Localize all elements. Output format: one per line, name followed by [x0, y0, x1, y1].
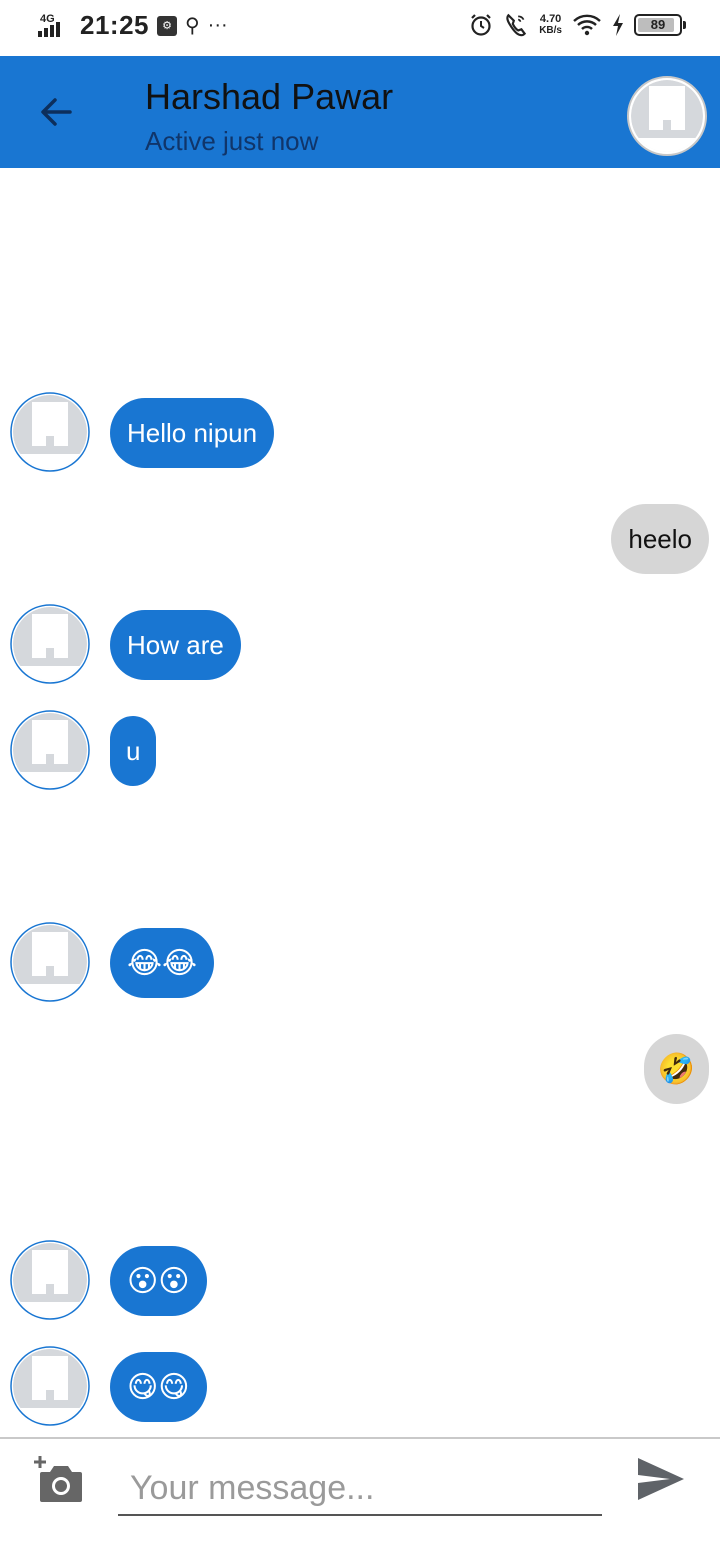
- incoming-message[interactable]: 😮😮: [110, 1246, 207, 1316]
- sender-avatar: [10, 392, 90, 472]
- battery-icon: 89: [634, 14, 686, 36]
- status-time: 21:25: [80, 10, 149, 40]
- sender-avatar: [10, 922, 90, 1002]
- battery-level: 89: [650, 17, 666, 32]
- send-icon[interactable]: [636, 1456, 686, 1502]
- charging-icon: [613, 14, 623, 36]
- status-bar: 4G 21:25 ⚙ ⚲ ··· 4.70 KB/s 89: [0, 0, 720, 56]
- add-photo-camera-icon[interactable]: [34, 1456, 86, 1504]
- outgoing-message[interactable]: heelo: [611, 504, 709, 574]
- outgoing-message[interactable]: 🤣: [643, 1034, 709, 1104]
- contact-avatar[interactable]: [627, 76, 707, 156]
- chat-header: Harshad Pawar Active just now: [0, 56, 720, 168]
- signal-icon: 4G: [38, 11, 72, 41]
- wifi-call-icon: [506, 13, 527, 37]
- back-arrow-icon[interactable]: [34, 90, 78, 134]
- composer-divider: [0, 1437, 720, 1439]
- wifi-icon: [573, 14, 601, 36]
- sender-avatar: [10, 1346, 90, 1426]
- alarm-icon: [471, 14, 491, 36]
- contact-status: Active just now: [145, 126, 319, 156]
- incoming-message[interactable]: How are: [110, 610, 241, 680]
- more-notifications-icon: ···: [207, 14, 228, 36]
- sender-avatar: [10, 604, 90, 684]
- usb-debug-icon: ⚙: [157, 15, 177, 36]
- sender-avatar: [10, 710, 90, 790]
- sender-avatar: [10, 1240, 90, 1320]
- message-input[interactable]: [118, 1462, 602, 1516]
- incoming-message[interactable]: Hello nipun: [110, 398, 275, 468]
- incoming-message[interactable]: 😋😋: [110, 1352, 207, 1422]
- incoming-message[interactable]: 😂😂: [110, 928, 215, 998]
- usb-icon: ⚲: [185, 15, 200, 37]
- network-speed: 4.70 KB/s: [539, 13, 562, 37]
- contact-name[interactable]: Harshad Pawar: [145, 76, 393, 118]
- incoming-message[interactable]: u: [110, 716, 157, 786]
